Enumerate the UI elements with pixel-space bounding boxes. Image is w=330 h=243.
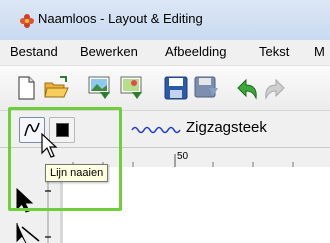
window-title: Naamloos - Layout & Editing	[38, 11, 203, 26]
open-folder-icon[interactable]	[42, 74, 70, 102]
ruler-tick-label: 50	[177, 151, 189, 162]
menu-bar: Bestand Bewerken Afbeelding Tekst M	[0, 40, 330, 66]
new-document-icon[interactable]	[12, 74, 40, 102]
import-image-icon[interactable]	[86, 74, 114, 102]
highlight-box	[8, 107, 122, 211]
menu-tekst[interactable]: Tekst	[259, 44, 289, 59]
app-window: Naamloos - Layout & Editing Bestand Bewe…	[0, 0, 330, 243]
zigzag-stitch-icon	[131, 126, 181, 134]
line-sew-tooltip: Lijn naaien	[45, 164, 109, 182]
save-icon[interactable]	[162, 74, 190, 102]
undo-icon[interactable]	[232, 74, 260, 102]
save-as-icon[interactable]	[192, 74, 220, 102]
main-toolbar	[0, 66, 330, 111]
stitch-type-label[interactable]: Zigzagsteek	[186, 119, 267, 136]
title-bar: Naamloos - Layout & Editing	[0, 0, 330, 40]
menu-bewerken[interactable]: Bewerken	[80, 44, 138, 59]
menu-bestand[interactable]: Bestand	[10, 44, 58, 59]
app-flower-icon	[20, 14, 34, 28]
menu-more[interactable]: M	[314, 44, 325, 59]
mouse-cursor-icon	[41, 133, 58, 158]
menu-afbeelding[interactable]: Afbeelding	[165, 44, 226, 59]
redo-icon[interactable]	[262, 74, 290, 102]
import-image-2-icon[interactable]	[118, 74, 146, 102]
